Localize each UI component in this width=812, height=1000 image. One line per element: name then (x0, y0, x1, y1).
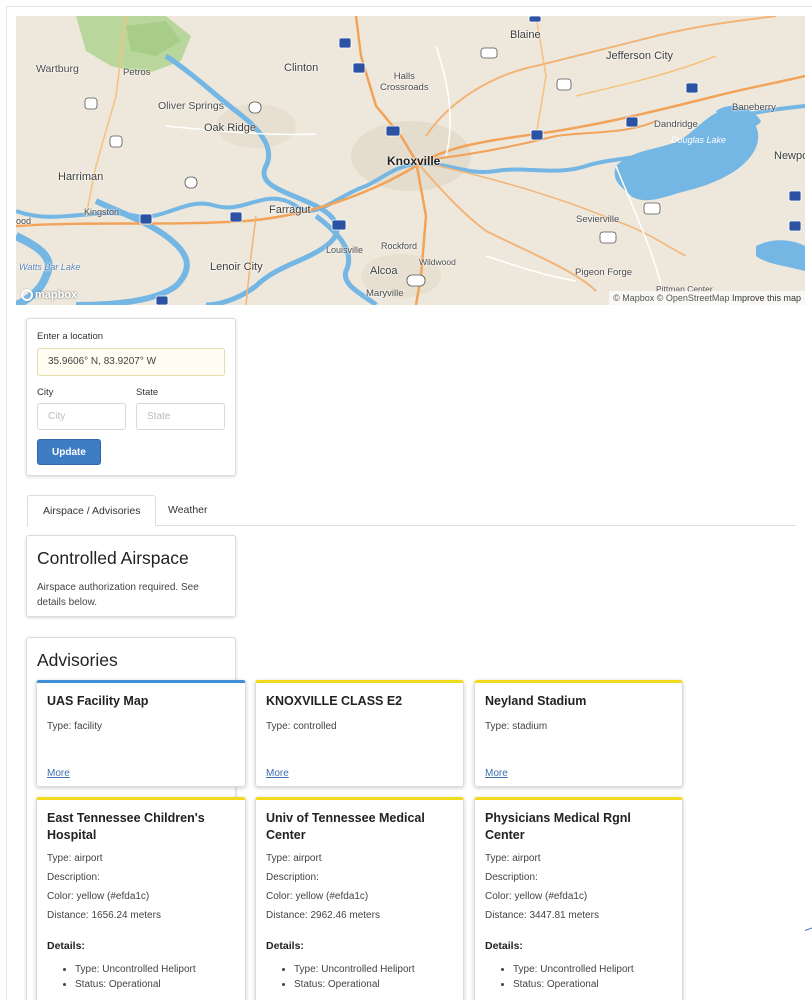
map-label-alcoa: Alcoa (370, 265, 398, 277)
more-link[interactable]: More (485, 768, 508, 779)
map-label-farragut: Farragut (269, 204, 311, 216)
map-label-newport: Newpo (774, 150, 805, 162)
map-label-oliver-springs: Oliver Springs (158, 100, 224, 112)
details-label: Details: (266, 940, 304, 952)
map-label-kingston: Kingston (84, 207, 120, 217)
map-label-maryville: Maryville (366, 288, 404, 299)
city-column: City (37, 387, 126, 430)
advisory-type: Type: stadium (485, 721, 548, 732)
city-input[interactable] (37, 403, 126, 430)
map-label-baneberry: Baneberry (732, 102, 776, 113)
advisory-card: Univ of Tennessee Medical Center Type: a… (255, 797, 464, 1000)
advisory-card: East Tennessee Children's Hospital Type:… (36, 797, 246, 1000)
state-label: State (136, 387, 159, 398)
detail-item: Status: Operational (75, 977, 235, 992)
map-label-lenoir-city: Lenoir City (210, 261, 263, 273)
advisory-color: Color: yellow (#efda1c) (47, 891, 150, 902)
map[interactable]: Blaine Jefferson City Wartburg Petros Cl… (16, 16, 805, 305)
advisory-type: Type: facility (47, 721, 103, 732)
details-list: Type: Uncontrolled Heliport Status: Oper… (75, 962, 235, 992)
map-label-jefferson-city: Jefferson City (606, 50, 674, 62)
advisory-name: Univ of Tennessee Medical Center (266, 811, 425, 842)
advisory-description: Description: (485, 872, 538, 883)
detail-item: Type: Uncontrolled Heliport (75, 962, 235, 977)
advisory-card: Physicians Medical Rgnl Center Type: air… (474, 797, 683, 1000)
details-list: Type: Uncontrolled Heliport Status: Oper… (294, 962, 453, 992)
map-label-harriman: Harriman (58, 171, 104, 183)
details-label: Details: (47, 940, 85, 952)
advisory-color: Color: yellow (#efda1c) (485, 891, 588, 902)
advisory-name: KNOXVILLE CLASS E2 (266, 694, 403, 708)
advisory-distance: Distance: 2962.46 meters (266, 910, 380, 921)
advisory-type: Type: airport (485, 853, 541, 864)
tab-airspace-advisories[interactable]: Airspace / Advisories (27, 495, 157, 526)
advisory-type: Type: controlled (266, 721, 337, 732)
city-state-row: City State (37, 387, 225, 430)
detail-item: Status: Operational (294, 977, 453, 992)
advisory-description: Description: (47, 872, 100, 883)
detail-item: Status: Operational (513, 977, 672, 992)
attribution-text[interactable]: © Mapbox © OpenStreetMap (613, 293, 729, 303)
advisory-type: Type: airport (47, 853, 103, 864)
advisory-card: UAS Facility Map Type: facility More (36, 680, 246, 787)
advisory-type: Type: airport (266, 853, 322, 864)
location-label: Enter a location (37, 331, 104, 342)
detail-item: Type: Uncontrolled Heliport (294, 962, 453, 977)
map-label-watts-bar-lake: Watts Bar Lake (19, 262, 81, 272)
advisory-name: Neyland Stadium (485, 694, 587, 708)
details-label: Details: (485, 940, 523, 952)
mapbox-logo-text: mapbox (35, 289, 78, 301)
advisory-card: KNOXVILLE CLASS E2 Type: controlled More (255, 680, 464, 787)
map-attribution[interactable]: © Mapbox © OpenStreetMap Improve this ma… (609, 291, 805, 305)
advisory-color: Color: yellow (#efda1c) (266, 891, 369, 902)
advisories-title: Advisories (37, 650, 118, 670)
state-column: State (136, 387, 225, 430)
map-label-pigeon-forge: Pigeon Forge (575, 267, 633, 278)
map-label-wildwood: Wildwood (419, 257, 456, 267)
map-label-rockford: Rockford (381, 241, 418, 251)
tab-bar: Airspace / Advisories Weather (26, 495, 796, 526)
mapbox-icon (21, 289, 33, 301)
map-label-douglas-lake: Douglas Lake (671, 135, 727, 145)
controlled-airspace-title: Controlled Airspace (37, 548, 189, 568)
details-list: Type: Uncontrolled Heliport Status: Oper… (513, 962, 672, 992)
map-label-wood: ood (16, 216, 32, 226)
controlled-airspace-card: Controlled Airspace Airspace authorizati… (26, 535, 236, 617)
update-button[interactable]: Update (37, 439, 101, 465)
map-label-blaine: Blaine (510, 29, 541, 41)
advisory-name: UAS Facility Map (47, 694, 149, 708)
detail-item: Type: Uncontrolled Heliport (513, 962, 672, 977)
more-link[interactable]: More (266, 768, 289, 779)
map-label-dandridge: Dandridge (654, 119, 698, 130)
tab-weather[interactable]: Weather (153, 495, 223, 526)
advisory-description: Description: (266, 872, 319, 883)
advisory-card: Neyland Stadium Type: stadium More (474, 680, 683, 787)
map-label-petros: Petros (123, 67, 151, 78)
mapbox-logo[interactable]: mapbox (21, 289, 77, 301)
map-label-clinton: Clinton (284, 62, 319, 74)
map-label-oak-ridge: Oak Ridge (204, 122, 256, 134)
state-input[interactable] (136, 403, 225, 430)
advisory-distance: Distance: 1656.24 meters (47, 910, 161, 921)
controlled-airspace-text: Airspace authorization required. See det… (37, 582, 199, 608)
map-label-wartburg: Wartburg (36, 63, 79, 75)
advisory-name: Physicians Medical Rgnl Center (485, 811, 631, 842)
city-label: City (37, 387, 54, 398)
advisory-distance: Distance: 3447.81 meters (485, 910, 599, 921)
advisory-name: East Tennessee Children's Hospital (47, 811, 205, 842)
map-label-knoxville: Knoxville (387, 154, 441, 168)
more-link[interactable]: More (47, 768, 70, 779)
map-label-sevierville: Sevierville (576, 214, 620, 225)
location-card: Enter a location 35.9606° N, 83.9207° W … (26, 318, 236, 476)
map-label-louisville: Louisville (326, 245, 364, 255)
map-label-halls-crossroads: Halls Crossroads (380, 71, 429, 93)
improve-map-link[interactable]: Improve this map (732, 293, 801, 303)
location-input[interactable]: 35.9606° N, 83.9207° W (37, 348, 225, 376)
